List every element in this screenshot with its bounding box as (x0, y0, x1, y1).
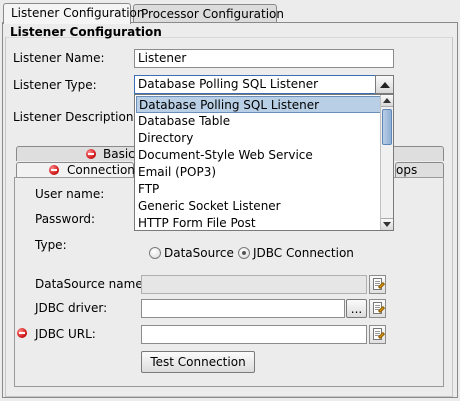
chevron-up-icon (383, 98, 391, 103)
list-item[interactable]: Database Table (136, 113, 381, 130)
edit-driver-button[interactable] (369, 299, 386, 318)
edit-datasource-button[interactable] (369, 275, 386, 294)
list-item[interactable]: FTP (136, 181, 381, 198)
jdbc-url-label: JDBC URL: (35, 327, 96, 341)
listener-type-select[interactable]: Database Polling SQL Listener (134, 75, 394, 94)
tab-properties[interactable]: ops (395, 162, 444, 178)
browse-driver-button[interactable]: ... (346, 299, 367, 318)
datasource-name-label: DataSource name: (35, 277, 147, 291)
tab-processor-configuration[interactable]: Processor Configuration (133, 4, 284, 22)
list-item[interactable]: Directory (136, 130, 381, 147)
listener-description-label: Listener Description: (13, 110, 138, 124)
list-item[interactable]: Generic Socket Listener (136, 198, 381, 215)
chevron-up-icon (379, 81, 390, 88)
error-icon (17, 328, 27, 338)
dropdown-scrollbar[interactable] (380, 95, 393, 230)
datasource-name-input (141, 275, 367, 294)
error-icon (49, 165, 59, 175)
jdbc-connection-radio[interactable] (238, 247, 250, 259)
tab-label: Listener Configuration (11, 6, 145, 20)
listener-name-input[interactable]: Listener (134, 49, 394, 68)
datasource-radio[interactable] (149, 247, 161, 259)
tab-label: Processor Configuration (141, 7, 284, 21)
tab-connection-label: Connection (67, 163, 135, 177)
list-item[interactable]: Email (POP3) (136, 164, 381, 181)
edit-url-button[interactable] (369, 325, 386, 344)
list-item[interactable]: Document-Style Web Service (136, 147, 381, 164)
list-item[interactable]: Database Polling SQL Listener (136, 96, 381, 113)
datasource-radio-label: DataSource (164, 246, 234, 260)
error-icon (86, 149, 96, 159)
jdbc-driver-label: JDBC driver: (35, 301, 108, 315)
scroll-down-button[interactable] (381, 218, 393, 230)
user-name-label: User name: (35, 187, 105, 201)
list-item[interactable]: HTTP Form File Post (136, 215, 381, 230)
jdbc-driver-input[interactable] (141, 299, 345, 318)
listener-name-label: Listener Name: (13, 51, 105, 65)
password-label: Password: (35, 212, 96, 226)
scrollbar-thumb[interactable] (382, 109, 392, 145)
chevron-down-icon (383, 222, 391, 227)
jdbc-connection-radio-label: JDBC Connection (253, 246, 354, 260)
tab-properties-label: ops (396, 163, 418, 177)
listener-type-dropdown: Database Polling SQL Listener Database T… (134, 94, 394, 231)
type-label: Type: (35, 238, 67, 252)
tab-connection[interactable]: Connection (16, 162, 135, 178)
jdbc-url-input[interactable] (141, 325, 367, 344)
tab-listener-configuration[interactable]: Listener Configuration (3, 3, 144, 24)
dropdown-toggle-button[interactable] (375, 75, 394, 94)
scroll-up-button[interactable] (381, 95, 393, 107)
listener-type-label: Listener Type: (13, 78, 97, 92)
group-title: Listener Configuration (10, 25, 162, 39)
tab-basic-label: Basic (103, 147, 135, 161)
test-connection-button[interactable]: Test Connection (141, 351, 255, 373)
